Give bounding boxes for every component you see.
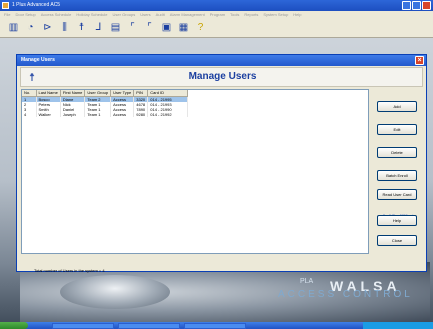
help-icon[interactable]: ? [195,22,206,34]
clock-icon[interactable]: ◔ [25,22,36,34]
menu-item[interactable]: System Setup [263,12,288,18]
menu-item[interactable]: User Groups [113,12,136,18]
total-users-text: Total number of Users in the system = 4 [34,268,105,273]
toolbar: ▥ ◔ ⊳ ⫼ ☨ ⅃ ▤ ⌜ ⌜ ▣ ▦ ? [0,19,433,38]
table-cell: Joseph [60,111,86,117]
taskbar-item[interactable] [52,323,114,329]
table-header: No. Last Name First Name User Group User Typ… [22,90,189,97]
column-header[interactable]: User Type [110,90,135,97]
table-cell: 014 - 21992 [147,111,189,117]
taskbar-item[interactable] [184,323,246,329]
menu-item[interactable]: Users [140,12,150,18]
table-cell: 4 [22,111,37,117]
menu-item[interactable]: Audit [156,12,165,18]
maximize-button[interactable] [412,1,421,10]
edit-button[interactable]: Edit [377,124,417,135]
menu-item[interactable]: Holiday Schedule [76,12,107,18]
table-cell: Access [110,111,135,117]
taskbar-item[interactable] [118,323,180,329]
page-title: Manage Users [188,71,257,82]
table-cell: Team 1 [84,111,112,117]
read-user-card-button[interactable]: Read User Card [377,189,417,200]
minimize-button[interactable] [402,1,411,10]
add-button[interactable]: Add [377,101,417,112]
report-icon[interactable]: ⅃ [93,22,104,34]
close-window-button[interactable]: × [415,56,424,65]
close-button[interactable]: Close [377,235,417,246]
menu-item[interactable]: Access Schedule [41,12,72,18]
window-header: ☨ Manage Users [20,67,423,87]
monitor2-icon[interactable]: ⌜ [144,22,155,34]
doors-icon[interactable]: ▥ [8,22,19,34]
start-button[interactable] [0,322,28,329]
help-button[interactable]: Help [377,215,417,226]
app-titlebar: 1 Plus Advanced AC5 [0,0,433,11]
menu-bar: File Door Setup Access Schedule Holiday Sch… [0,11,433,19]
column-header[interactable]: User Group [84,90,112,97]
monitor3-icon[interactable]: ▣ [161,22,172,34]
brand-prefix: PLA [300,278,314,285]
app-icon [2,2,9,9]
door-handle-image [60,275,170,309]
app-title: 1 Plus Advanced AC5 [12,2,61,8]
access-icon[interactable]: ⊳ [42,22,53,34]
menu-item[interactable]: Reports [244,12,258,18]
report2-icon[interactable]: ▤ [110,22,121,34]
table-cell: Walker [36,111,61,117]
menu-item[interactable]: Program [210,12,225,18]
system-tray [363,322,433,329]
group-icon[interactable]: ⫼ [59,22,70,34]
menu-item[interactable]: Tools [230,12,239,18]
column-header[interactable]: Last Name [36,90,61,97]
manage-users-window: Manage Users × ☨ Manage Users No. Last Na… [16,54,427,273]
delete-button[interactable]: Delete [377,147,417,158]
menu-item[interactable]: Help [293,12,301,18]
user-icon[interactable]: ☨ [76,22,87,34]
window-controls [402,1,431,10]
menu-item[interactable]: Alarm Management [170,12,205,18]
column-header[interactable]: First Name [60,90,86,97]
users-table[interactable]: No. Last Name First Name User Group User Typ… [21,89,369,254]
monitor-icon[interactable]: ⌜ [127,22,138,34]
window-title: Manage Users [21,57,55,63]
table-row[interactable]: 4 Walker Joseph Team 1 Access 9280 014 - 21992 [22,111,189,117]
menu-item[interactable]: File [4,12,10,18]
book-icon[interactable]: ▦ [178,22,189,34]
menu-item[interactable]: Door Setup [15,12,35,18]
brand-tagline: ACCESS CONTROL [278,289,413,300]
close-app-button[interactable] [422,1,431,10]
window-titlebar: Manage Users × [17,55,426,66]
batch-enroll-button[interactable]: Batch Enroll [377,170,417,181]
table-cell: 9280 [133,111,149,117]
